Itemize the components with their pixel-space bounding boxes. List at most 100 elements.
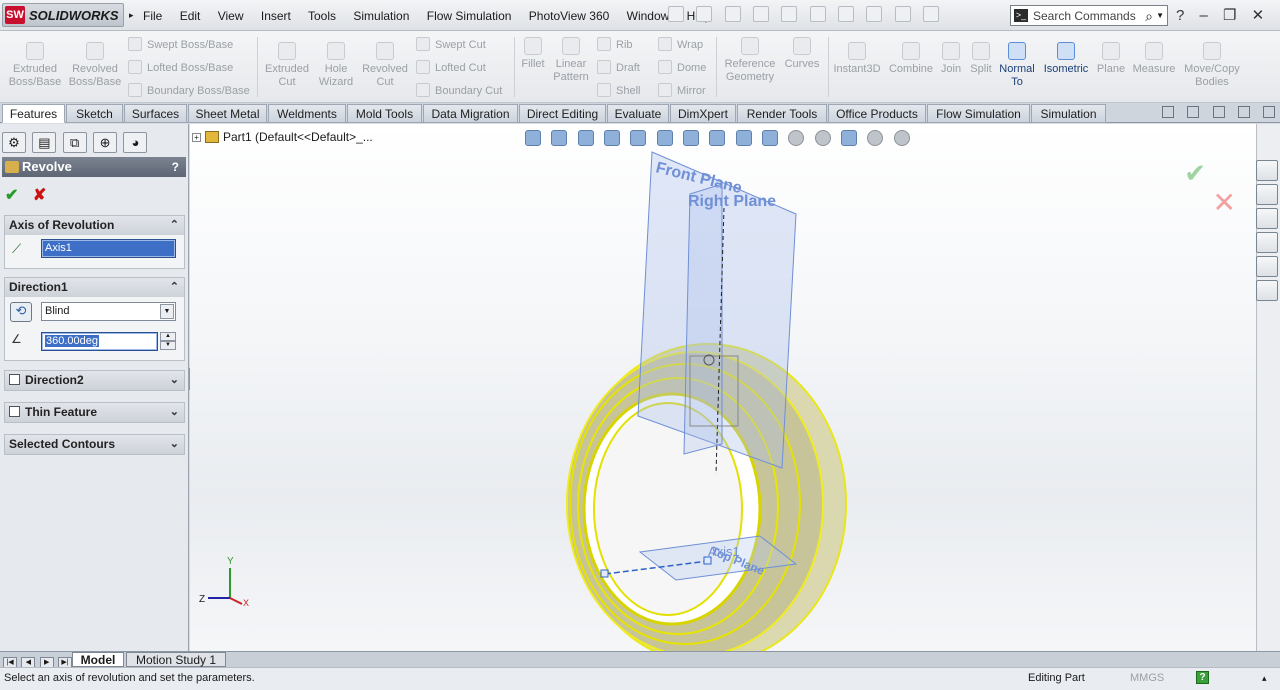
end-condition-select[interactable]: Blind ▼	[41, 302, 176, 321]
menu-view[interactable]: View	[218, 9, 244, 23]
tab-flow-simulation[interactable]: Flow Simulation	[927, 104, 1030, 123]
measure-button[interactable]: Measure	[1130, 42, 1178, 76]
tab-model[interactable]: Model	[72, 652, 124, 667]
open-icon[interactable]	[724, 6, 741, 22]
curves-button[interactable]: Curves	[782, 37, 822, 71]
restore-icon[interactable]: ❐	[1223, 7, 1236, 24]
lofted-boss-button[interactable]: Lofted Boss/Base	[128, 60, 233, 74]
menu-flow-simulation[interactable]: Flow Simulation	[427, 9, 512, 23]
chevron-down-icon[interactable]: ▼	[1156, 11, 1164, 20]
display-manager-tab-icon[interactable]: ◕	[123, 132, 148, 153]
search-commands-box[interactable]: >_ Search Commands ⌕ ▼	[1010, 5, 1168, 26]
reference-geometry-button[interactable]: Reference Geometry	[722, 37, 778, 84]
help-button[interactable]: ?	[172, 157, 179, 177]
confirm-ok-icon[interactable]: ✔	[1184, 158, 1206, 189]
tile-icon[interactable]	[1162, 106, 1174, 118]
split-button[interactable]: Split	[967, 42, 995, 76]
doc-restore-icon[interactable]	[1238, 106, 1251, 118]
extruded-cut-button[interactable]: Extruded Cut	[262, 42, 312, 89]
rebuild-icon[interactable]	[866, 6, 883, 22]
save-icon[interactable]	[753, 6, 770, 22]
cancel-x-icon[interactable]: ✘	[33, 187, 46, 204]
tab-render-tools[interactable]: Render Tools	[737, 104, 827, 123]
swept-boss-button[interactable]: Swept Boss/Base	[128, 37, 233, 51]
wrap-button[interactable]: Wrap	[658, 37, 703, 51]
hole-wizard-button[interactable]: Hole Wizard	[314, 42, 358, 89]
angle-spinner[interactable]: ▲ ▼	[160, 332, 176, 351]
thin-feature-header[interactable]: Thin Feature ⌄	[5, 403, 184, 422]
tab-office-products[interactable]: Office Products	[828, 104, 926, 123]
view-palette-icon[interactable]	[1256, 232, 1278, 253]
pin-icon[interactable]	[668, 6, 684, 22]
tab-dimxpert[interactable]: DimXpert	[670, 104, 736, 123]
tab-direct-editing[interactable]: Direct Editing	[519, 104, 606, 123]
spin-up-icon[interactable]: ▲	[160, 332, 176, 341]
dome-button[interactable]: Dome	[658, 60, 706, 74]
quick-tips-icon[interactable]: ?	[1196, 671, 1209, 684]
extruded-boss-button[interactable]: Extruded Boss/Base	[8, 42, 62, 89]
file-properties-icon[interactable]	[894, 6, 911, 22]
combine-button[interactable]: Combine	[888, 42, 934, 76]
direction1-header[interactable]: Direction1 ⌃	[5, 278, 184, 297]
property-manager-tab-icon[interactable]: ▤	[32, 132, 57, 153]
swept-cut-button[interactable]: Swept Cut	[416, 37, 486, 51]
ok-checkmark-icon[interactable]: ✔	[5, 187, 18, 204]
design-library-icon[interactable]	[1256, 184, 1278, 205]
draft-button[interactable]: Draft	[597, 60, 640, 74]
revolved-boss-button[interactable]: Revolved Boss/Base	[68, 42, 122, 89]
tab-sheet-metal[interactable]: Sheet Metal	[188, 104, 267, 123]
menu-simulation[interactable]: Simulation	[353, 9, 409, 23]
minimize-icon[interactable]: –	[1200, 7, 1208, 24]
appearances-icon[interactable]	[1256, 256, 1278, 277]
boundary-boss-button[interactable]: Boundary Boss/Base	[128, 83, 250, 97]
expand-chevron-icon[interactable]: ⌄	[170, 371, 179, 389]
doc-minimize-icon[interactable]	[1212, 106, 1225, 118]
shell-button[interactable]: Shell	[597, 83, 640, 97]
normal-to-button[interactable]: Normal To	[998, 42, 1036, 89]
menu-tools[interactable]: Tools	[308, 9, 336, 23]
direction2-checkbox[interactable]	[9, 374, 20, 385]
join-button[interactable]: Join	[938, 42, 964, 76]
rib-button[interactable]: Rib	[597, 37, 633, 51]
tab-mold-tools[interactable]: Mold Tools	[347, 104, 422, 123]
angle-input[interactable]: 360.00deg	[41, 332, 158, 351]
plane-button[interactable]: Plane	[1094, 42, 1128, 76]
logo-menu-arrow-icon[interactable]: ▸	[129, 10, 134, 21]
thin-feature-checkbox[interactable]	[9, 406, 20, 417]
solidworks-logo[interactable]: SW SOLIDWORKS	[2, 3, 124, 27]
tab-motion-study[interactable]: Motion Study 1	[126, 652, 226, 667]
unit-system[interactable]: MMGS	[1130, 668, 1164, 688]
status-caret-icon[interactable]: ▴	[1262, 668, 1267, 688]
confirm-cancel-icon[interactable]: ✕	[1213, 186, 1236, 219]
reverse-direction-icon[interactable]: ⟲	[10, 302, 32, 322]
tab-features[interactable]: Features	[2, 104, 65, 123]
search-icon[interactable]: ⌕	[1145, 8, 1153, 25]
options-icon[interactable]	[923, 6, 940, 22]
tab-weldments[interactable]: Weldments	[268, 104, 346, 123]
feature-manager-tab-icon[interactable]: ⚙	[2, 132, 26, 153]
mirror-button[interactable]: Mirror	[658, 83, 706, 97]
axis-selection-field[interactable]: Axis1	[41, 239, 176, 258]
revolved-cut-button[interactable]: Revolved Cut	[360, 42, 410, 89]
tab-data-migration[interactable]: Data Migration	[423, 104, 518, 123]
chevron-down-icon[interactable]: ▼	[160, 304, 174, 319]
linear-pattern-button[interactable]: Linear Pattern	[550, 37, 592, 84]
expand-chevron-icon[interactable]: ⌄	[170, 403, 179, 421]
file-explorer-icon[interactable]	[1256, 208, 1278, 229]
configuration-manager-tab-icon[interactable]: ⧉	[62, 132, 87, 153]
menu-file[interactable]: File	[143, 9, 162, 23]
expand-chevron-icon[interactable]: ⌄	[170, 435, 179, 453]
graphics-area[interactable]: + Part1 (Default<<Default>_... Front Pla…	[190, 124, 1256, 651]
menu-edit[interactable]: Edit	[180, 9, 201, 23]
menu-photoview[interactable]: PhotoView 360	[529, 9, 610, 23]
new-document-icon[interactable]	[696, 6, 713, 22]
boundary-cut-button[interactable]: Boundary Cut	[416, 83, 502, 97]
dimxpert-manager-tab-icon[interactable]: ⊕	[93, 132, 118, 153]
tab-evaluate[interactable]: Evaluate	[607, 104, 669, 123]
home-icon[interactable]	[1256, 160, 1278, 181]
print-icon[interactable]	[781, 6, 798, 22]
tab-sketch[interactable]: Sketch	[66, 104, 123, 123]
tab-surfaces[interactable]: Surfaces	[124, 104, 187, 123]
select-icon[interactable]	[838, 6, 855, 22]
help-icon[interactable]: ?	[1176, 7, 1184, 24]
